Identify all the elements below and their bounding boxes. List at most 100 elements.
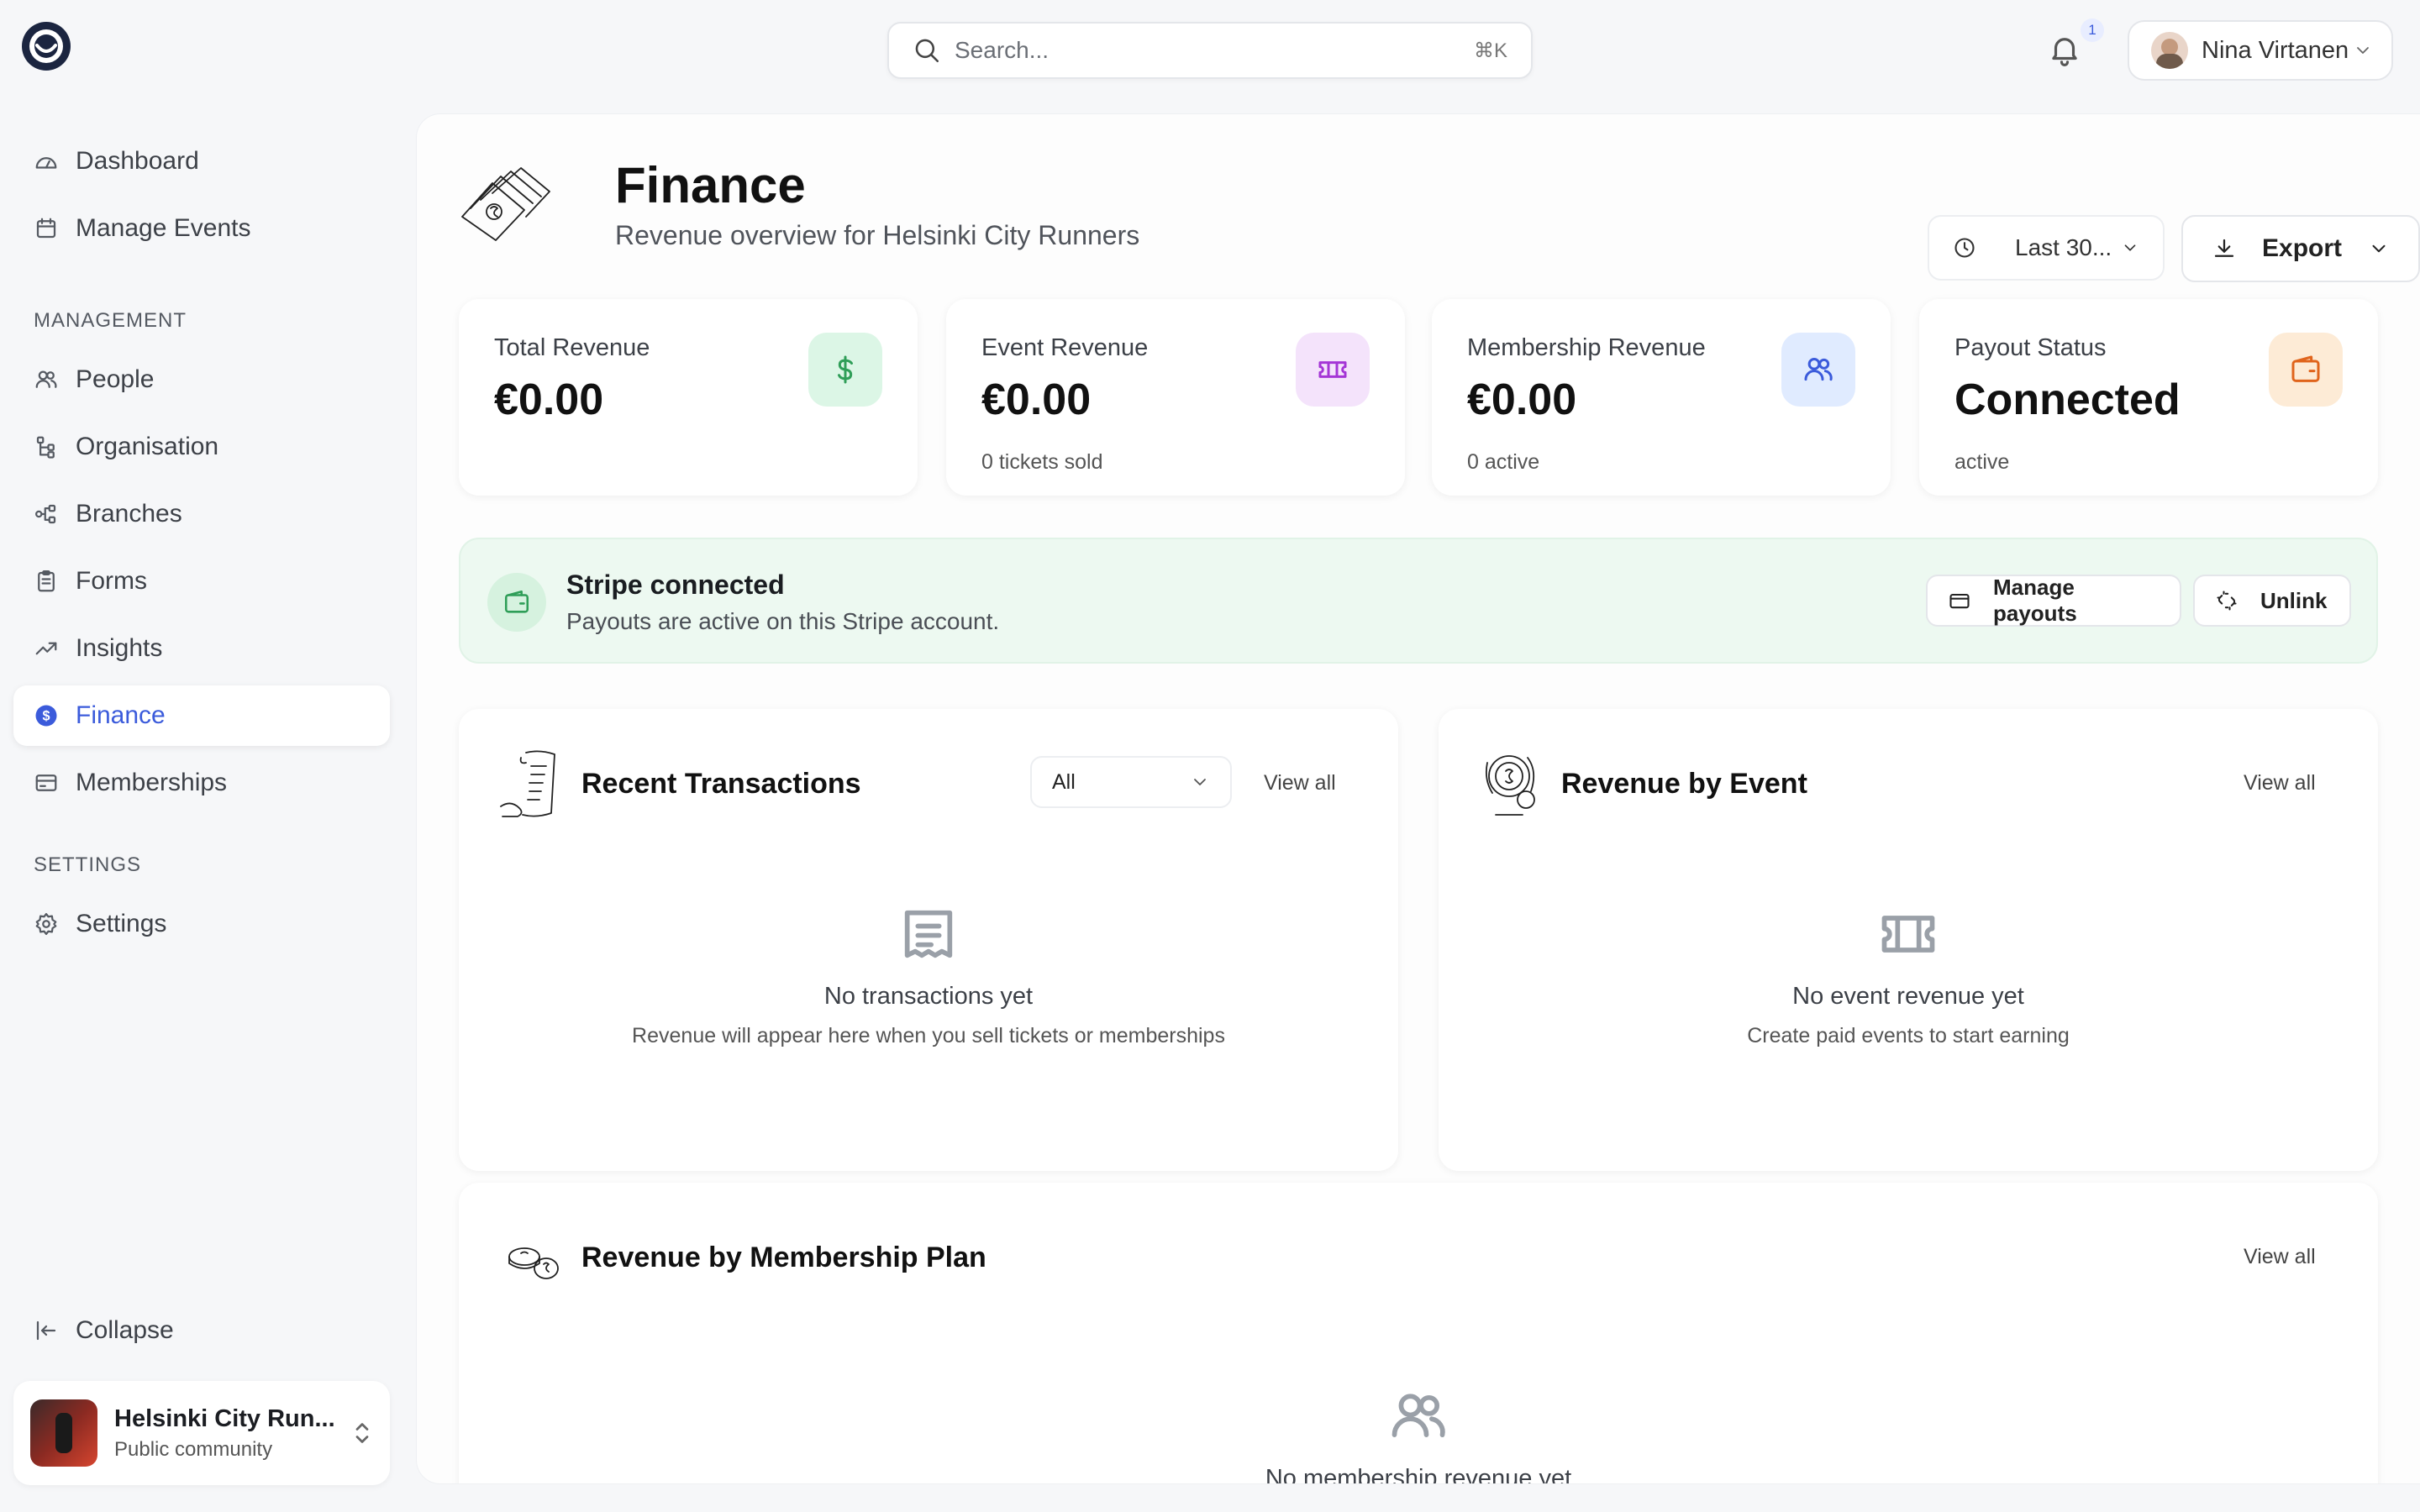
empty-state: No transactions yet Revenue will appear … [459,902,1398,1048]
collapse-button[interactable]: Collapse [13,1300,390,1361]
card-title: Revenue by Membership Plan [581,1242,986,1273]
user-name: Nina Virtanen [2202,36,2349,64]
ticket-icon [1296,333,1370,407]
sidebar-item-insights[interactable]: Insights [13,618,390,679]
sidebar-item-people[interactable]: People [13,349,390,410]
ticket-icon [1876,902,1940,966]
sidebar-item-label: Settings [76,910,167,937]
community-type: Public community [114,1437,273,1461]
transaction-filter-select[interactable]: All [1030,756,1232,808]
card-icon [34,770,59,795]
stat-card-payout-status: Payout Status Connected active [1919,299,2378,496]
bell-icon[interactable] [2047,32,2082,67]
community-avatar [30,1399,97,1467]
clipboard-icon [34,569,59,594]
empty-title: No transactions yet [823,983,1034,1010]
section-label-management: MANAGEMENT [34,309,187,332]
sidebar-item-label: Memberships [76,769,228,796]
date-range-select[interactable]: Last 30... [1928,215,2165,281]
sidebar-item-branches[interactable]: Branches [13,484,390,544]
receipt-icon [897,902,960,966]
sidebar-item-label: Organisation [76,433,219,460]
view-all-link[interactable]: View all [1264,771,1336,795]
money-bag-icon [1476,746,1553,823]
manage-payouts-label: Manage payouts [1993,575,2077,626]
sidebar-item-label: Branches [76,500,182,528]
empty-title: No membership revenue yet [1265,1465,1572,1483]
page-header: Finance Revenue overview for Helsinki Ci… [459,156,2420,282]
top-bar: Search... ⌘K 1 Nina Virtanen [0,0,2420,101]
receipt-icon [496,746,573,823]
dollar-circle-icon: $ [34,703,59,728]
view-all-link[interactable]: View all [2244,1245,2316,1269]
manage-payouts-button[interactable]: Manage payouts [1926,575,2181,627]
export-button[interactable]: Export [2181,215,2420,282]
export-label: Export [2262,234,2343,262]
org-tree-icon [34,434,59,459]
trending-up-icon [34,636,59,661]
stat-label: Event Revenue [981,334,1149,361]
sidebar: Dashboard Manage Events MANAGEMENT Peopl… [0,101,403,1512]
clock-icon [1953,236,1976,260]
branches-icon [34,501,59,527]
stat-sub: 0 active [1467,450,1540,474]
community-name: Helsinki City Run... [114,1404,335,1432]
download-icon [2212,236,2237,261]
stat-card-event-revenue: Event Revenue €0.00 0 tickets sold [946,299,1405,496]
sidebar-item-label: Manage Events [76,214,251,242]
sidebar-item-label: Insights [76,634,163,662]
app-logo-icon[interactable] [20,20,72,72]
sidebar-item-organisation[interactable]: Organisation [13,417,390,477]
card-title: Revenue by Event [1561,768,1807,800]
community-info: Helsinki City Run... Public community [114,1405,351,1462]
sidebar-item-dashboard[interactable]: Dashboard [13,131,390,192]
stat-value: €0.00 [1467,375,1577,424]
sidebar-item-finance[interactable]: $ Finance [13,685,390,746]
community-switcher[interactable]: Helsinki City Run... Public community [13,1381,390,1485]
collapse-icon [34,1318,59,1343]
wallet-icon [2269,333,2343,407]
coins-icon [496,1220,573,1297]
stat-label: Membership Revenue [1467,334,1706,361]
sidebar-item-forms[interactable]: Forms [13,551,390,612]
revenue-by-membership-plan-card: Revenue by Membership Plan View all No m… [459,1183,2378,1483]
sidebar-item-memberships[interactable]: Memberships [13,753,390,813]
date-range-label: Last 30... [2015,234,2112,260]
user-menu-button[interactable]: Nina Virtanen [2128,20,2393,81]
chevron-down-icon [1190,772,1210,792]
stat-card-membership-revenue: Membership Revenue €0.00 0 active [1432,299,1891,496]
sidebar-item-label: Finance [76,701,166,729]
stat-label: Payout Status [1954,334,2107,361]
users-icon [34,367,59,392]
money-stack-icon [459,166,556,242]
gear-icon [34,911,59,937]
unlink-button[interactable]: Unlink [2193,575,2351,627]
search-input[interactable]: Search... ⌘K [887,22,1533,79]
notification-badge: 1 [2081,18,2104,42]
page-title: Finance [615,157,806,213]
sidebar-item-settings[interactable]: Settings [13,894,390,954]
stat-value: €0.00 [981,375,1092,424]
empty-state: No event revenue yet Create paid events … [1439,902,2378,1048]
unlink-icon [2215,589,2238,612]
stat-value: Connected [1954,375,2181,424]
wallet-icon [1948,589,1971,612]
sidebar-item-label: Dashboard [76,147,199,175]
stat-label: Total Revenue [494,334,650,361]
chevron-down-icon [2121,239,2139,257]
section-label-settings: SETTINGS [34,853,142,876]
empty-title: No event revenue yet [1792,983,2024,1010]
empty-state: No membership revenue yet [459,1384,2378,1483]
search-icon [913,36,941,65]
chevron-down-icon [2368,238,2390,260]
recent-transactions-card: Recent Transactions All View all No tran… [459,709,1398,1171]
calendar-icon [34,216,59,241]
users-icon [1781,333,1855,407]
page-subtitle: Revenue overview for Helsinki City Runne… [615,220,1140,250]
sidebar-item-label: Forms [76,567,147,595]
sidebar-item-manage-events[interactable]: Manage Events [13,198,390,259]
chevron-up-down-icon [351,1418,373,1448]
empty-subtitle: Create paid events to start earning [1747,1024,2070,1047]
view-all-link[interactable]: View all [2244,771,2316,795]
stat-value: €0.00 [494,375,604,424]
